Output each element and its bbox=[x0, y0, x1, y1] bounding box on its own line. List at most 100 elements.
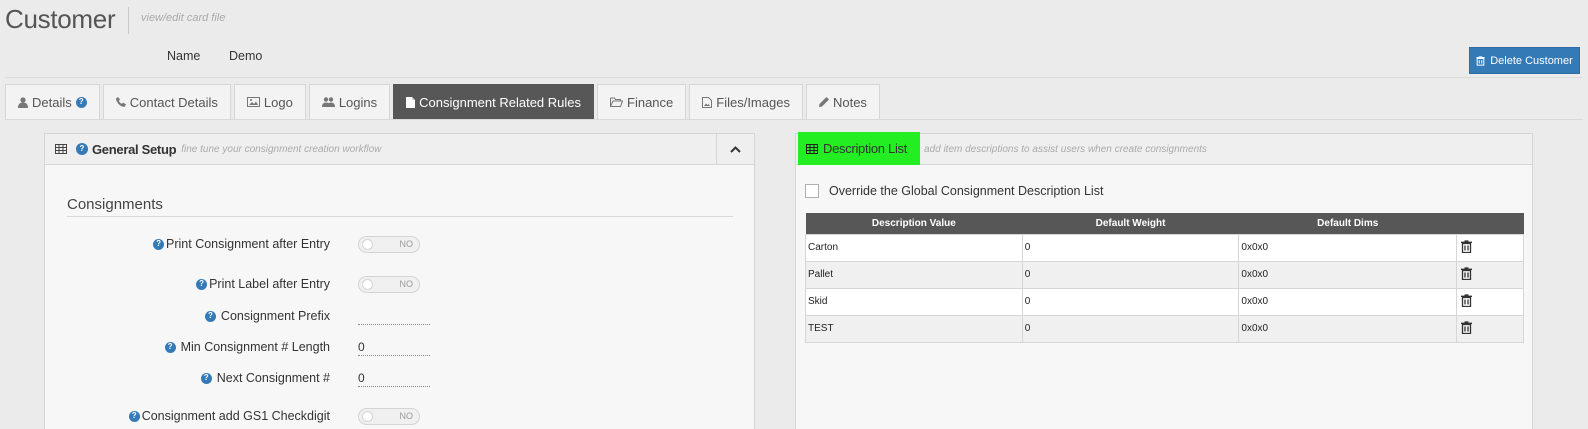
tab-consignment-related-rules-label: Consignment Related Rules bbox=[419, 94, 582, 110]
general-setup-header: ? General Setup fine tune your consignme… bbox=[45, 134, 754, 165]
tab-logins[interactable]: Logins bbox=[308, 84, 391, 119]
tab-files-images[interactable]: Files/Images bbox=[689, 84, 803, 119]
delete-row-cell bbox=[1456, 233, 1524, 262]
print-consignment-toggle[interactable]: NO bbox=[358, 236, 420, 253]
weight-cell[interactable]: 0 bbox=[1021, 314, 1240, 343]
tabs-divider bbox=[5, 119, 1583, 120]
tab-notes[interactable]: Notes bbox=[805, 84, 880, 119]
print-label-toggle[interactable]: NO bbox=[358, 276, 420, 293]
toggle-state: NO bbox=[399, 411, 414, 421]
setting-row-min-length: ? Min Consignment # Length 0 bbox=[45, 338, 445, 358]
description-list-header: Description List add item descriptions t… bbox=[796, 132, 1532, 165]
tab-bar: Details ? Contact Details Logo Logins Co… bbox=[5, 84, 883, 119]
delete-customer-label: Delete Customer bbox=[1490, 54, 1573, 67]
phone-icon bbox=[115, 97, 126, 107]
tab-files-images-label: Files/Images bbox=[716, 94, 790, 110]
setting-row-gs1-checkdigit: ? Consignment add GS1 Checkdigit NO bbox=[45, 407, 445, 427]
tab-finance-label: Finance bbox=[627, 94, 674, 110]
question-circle-icon[interactable]: ? bbox=[153, 238, 165, 250]
tab-logo[interactable]: Logo bbox=[233, 84, 306, 119]
table-icon bbox=[55, 144, 67, 154]
toggle-knob bbox=[362, 239, 373, 250]
toggle-knob bbox=[362, 279, 373, 290]
user-icon bbox=[18, 96, 28, 108]
consignment-prefix-field[interactable] bbox=[358, 308, 430, 325]
section-title-consignments: Consignments bbox=[67, 196, 163, 213]
setting-label: ? Consignment Prefix bbox=[204, 309, 330, 323]
trash-icon[interactable] bbox=[1461, 320, 1473, 334]
delete-customer-button[interactable]: Delete Customer bbox=[1469, 47, 1580, 74]
weight-cell[interactable]: 0 bbox=[1021, 260, 1240, 289]
question-circle-icon[interactable]: ? bbox=[75, 96, 87, 108]
tab-details-label: Details bbox=[32, 94, 72, 110]
trash-icon[interactable] bbox=[1461, 293, 1473, 307]
tab-consignment-related-rules[interactable]: Consignment Related Rules bbox=[393, 84, 595, 119]
tab-details[interactable]: Details ? bbox=[5, 84, 100, 119]
tab-notes-label: Notes bbox=[832, 94, 867, 110]
gs1-checkdigit-toggle[interactable]: NO bbox=[358, 408, 420, 425]
tab-finance[interactable]: Finance bbox=[597, 84, 687, 119]
table-row: Skid 0 0x0x0 bbox=[805, 287, 1524, 316]
setting-row-consignment-prefix: ? Consignment Prefix bbox=[45, 307, 445, 327]
question-circle-icon[interactable]: ? bbox=[76, 143, 88, 155]
weight-cell[interactable]: 0 bbox=[1021, 287, 1240, 316]
column-header-actions bbox=[1456, 213, 1524, 234]
override-checkbox[interactable] bbox=[805, 184, 819, 198]
file-image-icon bbox=[702, 96, 713, 108]
name-value: Demo bbox=[229, 49, 263, 63]
description-list-panel: Description List add item descriptions t… bbox=[795, 132, 1533, 429]
min-consignment-length-field[interactable]: 0 bbox=[358, 339, 430, 356]
tab-logo-label: Logo bbox=[263, 94, 293, 110]
page-title: Customer bbox=[5, 4, 116, 34]
table-row: Pallet 0 0x0x0 bbox=[805, 260, 1524, 289]
general-setup-title: General Setup bbox=[92, 141, 177, 157]
question-circle-icon[interactable]: ? bbox=[204, 310, 216, 322]
setting-row-print-consignment: ? Print Consignment after Entry NO bbox=[45, 235, 445, 255]
users-icon bbox=[321, 97, 335, 107]
delete-row-cell bbox=[1456, 314, 1524, 343]
general-setup-panel: ? General Setup fine tune your consignme… bbox=[44, 133, 755, 429]
setting-label: ? Print Label after Entry bbox=[196, 277, 330, 291]
toggle-state: NO bbox=[399, 279, 414, 289]
description-list-subtitle: add item descriptions to assist users wh… bbox=[924, 144, 1207, 155]
question-circle-icon[interactable]: ? bbox=[164, 341, 176, 353]
override-row: Override the Global Consignment Descript… bbox=[805, 184, 1103, 198]
trash-icon[interactable] bbox=[1461, 266, 1473, 280]
tab-contact-details-label: Contact Details bbox=[129, 94, 218, 110]
dims-cell[interactable]: 0x0x0 bbox=[1238, 260, 1458, 289]
question-circle-icon[interactable]: ? bbox=[196, 278, 208, 290]
dims-cell[interactable]: 0x0x0 bbox=[1238, 233, 1458, 262]
next-consignment-field[interactable]: 0 bbox=[358, 370, 430, 387]
dims-cell[interactable]: 0x0x0 bbox=[1238, 314, 1458, 343]
question-circle-icon[interactable]: ? bbox=[128, 410, 140, 422]
delete-row-cell bbox=[1456, 260, 1524, 289]
delete-row-cell bbox=[1456, 287, 1524, 316]
setting-label: ? Next Consignment # bbox=[200, 371, 330, 385]
table-row: TEST 0 0x0x0 bbox=[805, 314, 1524, 343]
collapse-button[interactable] bbox=[716, 134, 754, 165]
setting-row-print-label: ? Print Label after Entry NO bbox=[45, 275, 445, 295]
general-setup-subtitle: fine tune your consignment creation work… bbox=[181, 143, 382, 155]
toggle-knob bbox=[362, 411, 373, 422]
toggle-state: NO bbox=[399, 239, 414, 249]
folder-open-icon bbox=[610, 97, 624, 107]
desc-cell[interactable]: Carton bbox=[805, 233, 1023, 262]
trash-icon bbox=[1476, 55, 1485, 66]
file-icon bbox=[406, 96, 416, 108]
weight-cell[interactable]: 0 bbox=[1021, 233, 1240, 262]
column-header: Description Value bbox=[805, 213, 1023, 234]
desc-cell[interactable]: Skid bbox=[805, 287, 1023, 316]
dims-cell[interactable]: 0x0x0 bbox=[1238, 287, 1458, 316]
desc-cell[interactable]: Pallet bbox=[805, 260, 1023, 289]
desc-cell[interactable]: TEST bbox=[805, 314, 1023, 343]
table-header-row: Description Value Default Weight Default… bbox=[805, 213, 1524, 234]
name-label: Name bbox=[167, 49, 201, 63]
trash-icon[interactable] bbox=[1461, 239, 1473, 253]
question-circle-icon[interactable]: ? bbox=[200, 372, 212, 384]
description-list-title-box: Description List bbox=[798, 132, 920, 165]
table-row: Carton 0 0x0x0 bbox=[805, 233, 1524, 262]
setting-row-next-consignment: ? Next Consignment # 0 bbox=[45, 369, 445, 389]
title-divider bbox=[128, 7, 129, 34]
tab-contact-details[interactable]: Contact Details bbox=[102, 84, 231, 119]
page-subtitle: view/edit card file bbox=[141, 12, 226, 24]
